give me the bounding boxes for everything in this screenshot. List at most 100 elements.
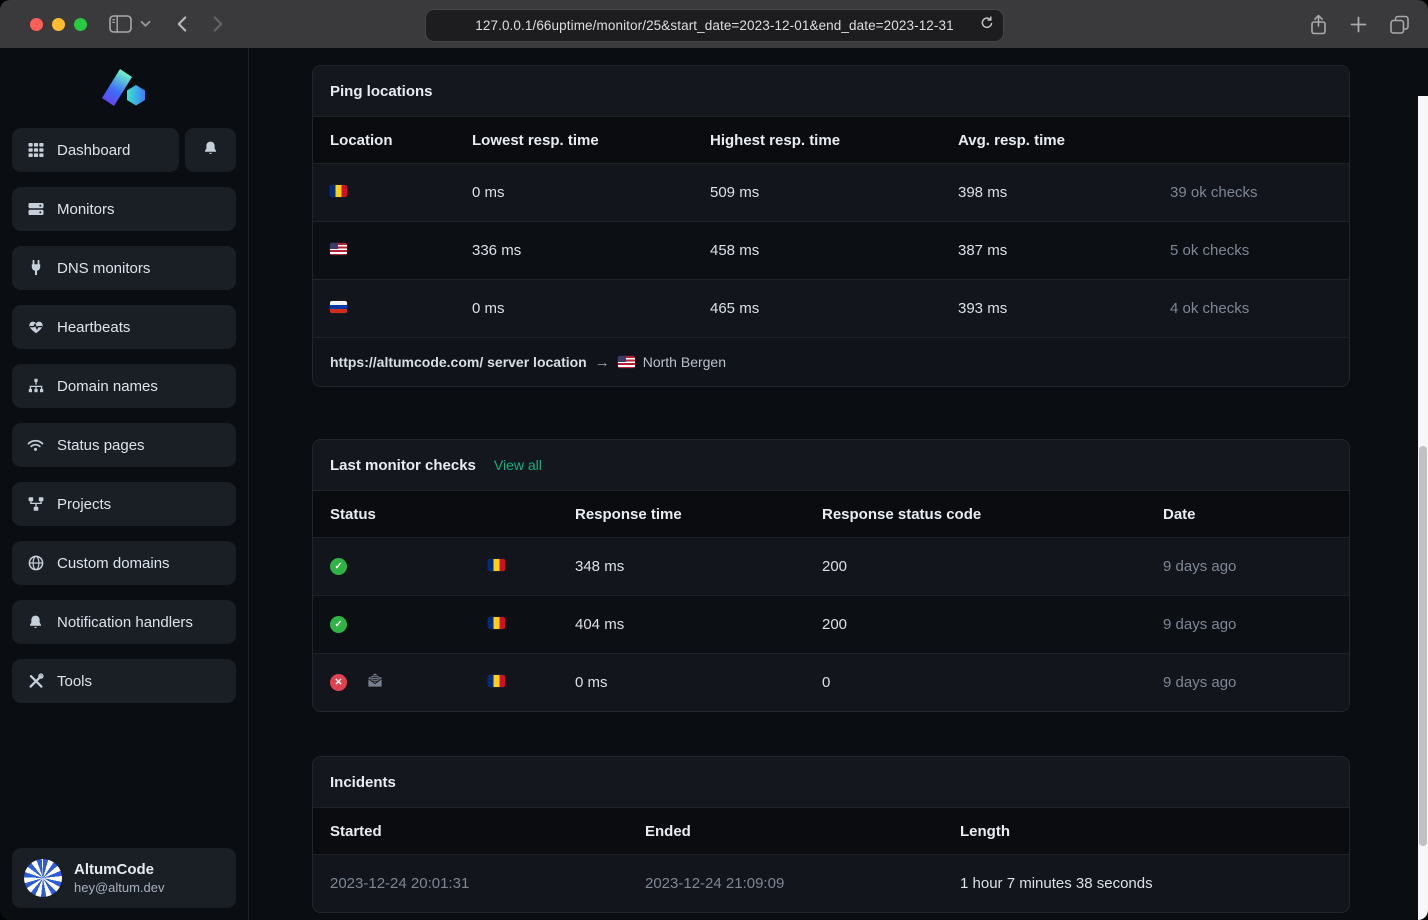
- flag-usa-icon: [618, 356, 635, 368]
- incident-length: 1 hour 7 minutes 38 seconds: [960, 875, 1332, 892]
- notifications-button[interactable]: [185, 128, 236, 172]
- sidebar-item-label: Monitors: [57, 201, 115, 218]
- flag-usa-icon: [330, 243, 347, 255]
- heart-pulse-icon: [27, 319, 44, 335]
- sidebar-item-label: Notification handlers: [57, 614, 193, 631]
- incidents-card: Incidents Started Ended Length 2023-12-2…: [312, 756, 1350, 913]
- col-started: Started: [330, 823, 645, 840]
- browser-window: 127.0.0.1/66uptime/monitor/25&start_date…: [0, 0, 1428, 920]
- col-response-time: Response time: [575, 506, 822, 523]
- sidebar-item-tools[interactable]: Tools: [12, 659, 236, 703]
- zoom-window-button[interactable]: [74, 18, 87, 31]
- server-location-label: https://altumcode.com/ server location: [330, 354, 587, 370]
- sidebar-item-label: Tools: [57, 673, 92, 690]
- arrow-right-icon: →: [595, 354, 610, 371]
- ok-checks: 4 ok checks: [1170, 300, 1332, 317]
- table-row: 348 ms 200 9 days ago: [313, 537, 1349, 595]
- incidents-title: Incidents: [330, 774, 396, 791]
- ok-checks: 5 ok checks: [1170, 242, 1332, 259]
- sidebar-item-projects[interactable]: Projects: [12, 482, 236, 526]
- incidents-table-header: Started Ended Length: [313, 808, 1349, 854]
- col-status: Status: [330, 506, 488, 523]
- sidebar-item-custom-domains[interactable]: Custom domains: [12, 541, 236, 585]
- address-bar[interactable]: 127.0.0.1/66uptime/monitor/25&start_date…: [425, 9, 1004, 42]
- server-location-value: North Bergen: [643, 354, 726, 370]
- last-checks-title: Last monitor checks: [330, 457, 476, 474]
- server-location-footer: https://altumcode.com/ server location →…: [313, 337, 1349, 386]
- sidebar-item-label: Dashboard: [57, 142, 130, 159]
- view-all-link[interactable]: View all: [494, 457, 542, 473]
- sidebar-item-label: Heartbeats: [57, 319, 130, 336]
- sidebar-item-domain-names[interactable]: Domain names: [12, 364, 236, 408]
- ping-locations-title: Ping locations: [330, 83, 433, 100]
- url-text: 127.0.0.1/66uptime/monitor/25&start_date…: [475, 18, 953, 33]
- user-profile[interactable]: AltumCode hey@altum.dev: [12, 848, 236, 908]
- new-tab-icon[interactable]: [1350, 16, 1367, 33]
- sidebar-item-dns-monitors[interactable]: DNS monitors: [12, 246, 236, 290]
- table-row: 336 ms 458 ms 387 ms 5 ok checks: [313, 221, 1349, 279]
- sidebar-item-label: Status pages: [57, 437, 145, 454]
- forward-icon[interactable]: [207, 14, 227, 34]
- user-name: AltumCode: [74, 861, 165, 878]
- checks-table-header: Status Response time Response status cod…: [313, 491, 1349, 537]
- bell-icon: [203, 140, 218, 161]
- wifi-icon: [27, 437, 44, 453]
- flag-russia-icon: [330, 301, 347, 313]
- bell-icon: [27, 614, 44, 630]
- col-status-code: Response status code: [822, 506, 1163, 523]
- col-lowest: Lowest resp. time: [472, 132, 710, 149]
- sidebar-item-label: Domain names: [57, 378, 158, 395]
- col-avg: Avg. resp. time: [958, 132, 1170, 149]
- check-circle-icon: [330, 558, 347, 575]
- plug-icon: [27, 260, 44, 276]
- sidebar-item-label: Projects: [57, 496, 111, 513]
- ping-table-header: Location Lowest resp. time Highest resp.…: [313, 117, 1349, 163]
- avatar: [24, 859, 62, 897]
- ok-checks: 39 ok checks: [1170, 184, 1332, 201]
- ping-locations-card: Ping locations Location Lowest resp. tim…: [312, 65, 1350, 387]
- sidebar-item-notification-handlers[interactable]: Notification handlers: [12, 600, 236, 644]
- col-highest: Highest resp. time: [710, 132, 958, 149]
- flag-romania-icon: [488, 617, 505, 629]
- sidebar-item-label: DNS monitors: [57, 260, 150, 277]
- x-circle-icon: [330, 674, 347, 691]
- share-icon[interactable]: [1309, 14, 1328, 35]
- col-location: Location: [330, 132, 472, 149]
- diagram-project-icon: [27, 496, 44, 512]
- user-email: hey@altum.dev: [74, 880, 165, 895]
- flag-romania-icon: [488, 675, 505, 687]
- scrollbar-thumb[interactable]: [1419, 446, 1427, 846]
- col-ended: Ended: [645, 823, 960, 840]
- flag-romania-icon: [330, 185, 347, 197]
- check-circle-icon: [330, 616, 347, 633]
- back-icon[interactable]: [173, 14, 193, 34]
- sidebar-item-monitors[interactable]: Monitors: [12, 187, 236, 231]
- close-window-button[interactable]: [30, 18, 43, 31]
- main-content: Ping locations Location Lowest resp. tim…: [249, 48, 1428, 920]
- chevron-down-icon[interactable]: [140, 20, 151, 28]
- incident-started: 2023-12-24 20:01:31: [330, 875, 645, 892]
- incident-ended: 2023-12-24 21:09:09: [645, 875, 960, 892]
- col-length: Length: [960, 823, 1332, 840]
- sidebar-item-dashboard[interactable]: Dashboard: [12, 128, 179, 172]
- col-date: Date: [1163, 506, 1332, 523]
- app-logo[interactable]: [12, 60, 236, 128]
- table-row: 0 ms 465 ms 393 ms 4 ok checks: [313, 279, 1349, 337]
- sidebar-item-label: Custom domains: [57, 555, 170, 572]
- sidebar-item-heartbeats[interactable]: Heartbeats: [12, 305, 236, 349]
- envelope-open-text-icon: [367, 673, 383, 692]
- browser-toolbar: 127.0.0.1/66uptime/monitor/25&start_date…: [0, 0, 1428, 48]
- minimize-window-button[interactable]: [52, 18, 65, 31]
- table-row: 0 ms 509 ms 398 ms 39 ok checks: [313, 163, 1349, 221]
- scrollbar-track[interactable]: [1418, 96, 1428, 920]
- last-monitor-checks-card: Last monitor checks View all Status Resp…: [312, 439, 1350, 712]
- traffic-lights: [30, 18, 87, 31]
- reload-icon[interactable]: [980, 16, 994, 35]
- altumcode-logo-icon: [101, 68, 147, 110]
- tab-overview-icon[interactable]: [1389, 15, 1410, 34]
- server-icon: [27, 201, 44, 217]
- sidebar-toggle-icon[interactable]: [109, 15, 132, 33]
- table-row: 0 ms 0 9 days ago: [313, 653, 1349, 711]
- sidebar-item-status-pages[interactable]: Status pages: [12, 423, 236, 467]
- sitemap-icon: [27, 378, 44, 394]
